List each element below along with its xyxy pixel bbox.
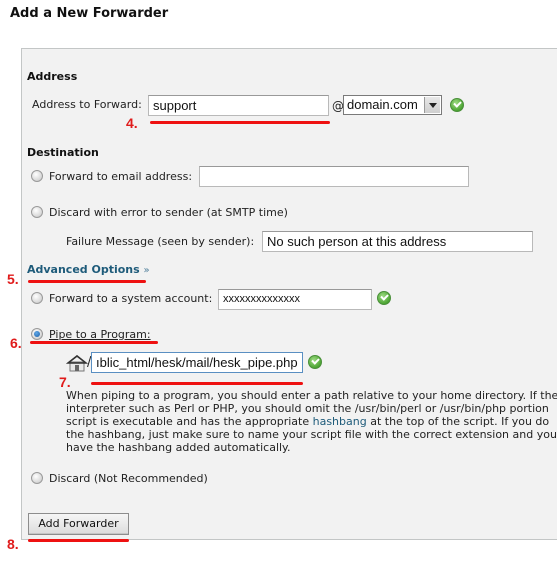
system-account-input[interactable]: xxxxxxxxxxxxxx: [218, 289, 372, 310]
annotation-underline: [30, 341, 158, 344]
home-icon: [66, 355, 88, 372]
address-heading: Address: [27, 70, 78, 83]
check-icon: [308, 355, 322, 369]
advanced-options-label: Advanced Options: [27, 263, 140, 276]
pipe-program-label: Pipe to a Program:: [49, 328, 151, 341]
discard-label: Discard (Not Recommended): [49, 472, 208, 485]
annotation-step-7: 7.: [59, 374, 71, 390]
check-icon: [450, 98, 464, 112]
chevron-down-icon[interactable]: [424, 97, 440, 113]
help-line: script is executable and has the appropr…: [66, 415, 557, 428]
discard-error-label: Discard with error to sender (at SMTP ti…: [49, 206, 288, 219]
help-line-start: script is executable and has the appropr…: [66, 415, 313, 428]
add-forwarder-button[interactable]: Add Forwarder: [28, 513, 129, 535]
forward-email-input[interactable]: [199, 166, 469, 187]
annotation-underline: [28, 539, 129, 542]
failure-message-label: Failure Message (seen by sender):: [66, 235, 255, 248]
help-line: the hashbang, just make sure to name you…: [66, 428, 557, 441]
page-title: Add a New Forwarder: [10, 6, 169, 21]
annotation-step-5: 5.: [7, 271, 19, 287]
discard-radio[interactable]: [31, 472, 43, 484]
domain-select[interactable]: domain.com: [343, 95, 442, 115]
help-line: have the hashbang added automatically.: [66, 441, 291, 454]
forward-email-label: Forward to email address:: [49, 170, 193, 183]
annotation-underline: [150, 121, 330, 124]
forward-email-radio[interactable]: [31, 170, 43, 182]
hashbang-link[interactable]: hashbang: [313, 415, 367, 428]
system-account-label: Forward to a system account:: [49, 292, 213, 305]
annotation-step-6: 6.: [10, 335, 22, 351]
advanced-options-link[interactable]: Advanced Options »: [27, 263, 150, 276]
help-line: interpreter such as Perl or PHP, you sho…: [66, 402, 549, 415]
discard-error-radio[interactable]: [31, 206, 43, 218]
help-line: When piping to a program, you should ent…: [66, 389, 557, 402]
annotation-step-8: 8.: [7, 536, 19, 552]
pipe-program-path-input[interactable]: ıblic_html/hesk/mail/hesk_pipe.php: [91, 352, 303, 373]
failure-message-input[interactable]: No such person at this address: [262, 231, 533, 252]
address-to-forward-label: Address to Forward:: [32, 98, 142, 111]
help-line-end: at the top of the script. If you do: [366, 415, 550, 428]
address-to-forward-input[interactable]: support: [148, 95, 329, 116]
annotation-step-4: 4.: [126, 115, 138, 131]
destination-heading: Destination: [27, 146, 99, 159]
check-icon: [377, 291, 391, 305]
system-account-radio[interactable]: [31, 292, 43, 304]
pipe-help-text: When piping to a program, you should ent…: [66, 389, 557, 454]
annotation-underline: [28, 280, 146, 283]
domain-select-value: domain.com: [347, 97, 418, 112]
annotation-underline: [91, 382, 303, 385]
double-chevron-right-icon: »: [143, 265, 150, 276]
pipe-program-radio[interactable]: [31, 328, 43, 340]
